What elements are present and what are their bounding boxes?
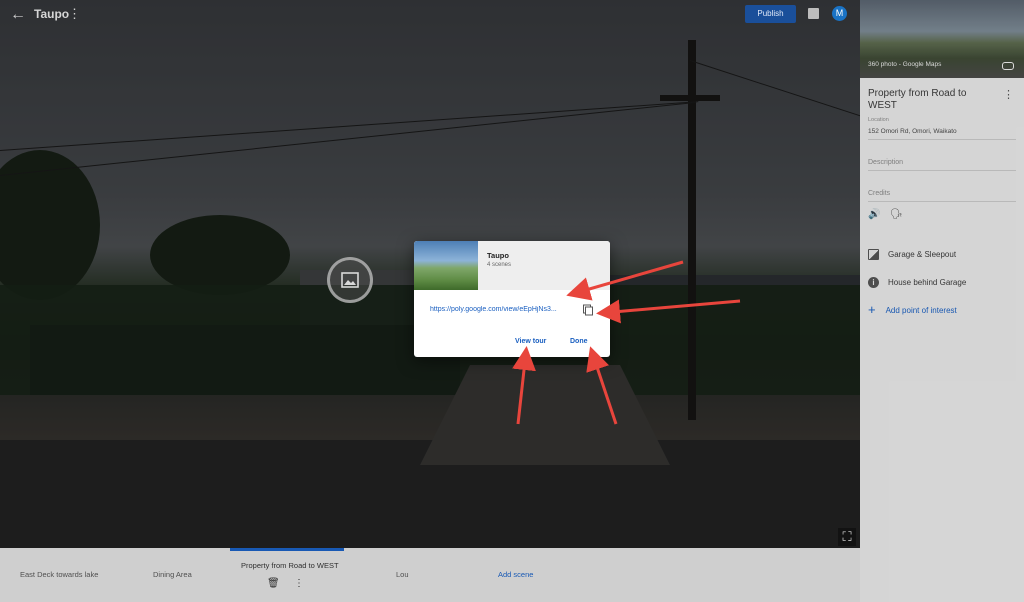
location-field[interactable]: 152 Omori Rd, Omori, Waikato [868,128,957,135]
scene-details-panel: 360 photo - Google Maps Property from Ro… [860,0,1024,602]
narration-icon[interactable]: 🗣 [890,210,903,220]
divider [868,139,1016,140]
image-icon [341,272,359,288]
top-bar: ← Taupo ⋮ Publish M [0,0,860,30]
copy-icon[interactable] [582,304,594,316]
done-button[interactable]: Done [570,338,588,345]
credits-field[interactable]: Credits [868,190,890,197]
image-icon [868,249,879,260]
strip-dim-overlay [0,548,860,602]
tour-thumbnail [414,241,478,290]
poi-item[interactable]: Garage & Sleepout [868,249,956,260]
audio-icon[interactable]: 🔊 [868,210,880,220]
scene-menu-icon[interactable]: ⋮ [1003,88,1014,101]
divider [868,201,1016,202]
poi-item[interactable]: i House behind Garage [868,277,966,288]
thumbnail-caption: 360 photo - Google Maps [868,61,942,68]
add-poi-label: Add point of interest [885,305,957,315]
cardboard-icon[interactable] [1002,62,1014,70]
info-icon: i [868,277,879,288]
share-link[interactable]: https://poly.google.com/view/eEpHjNs3... [430,306,570,313]
tour-title: Taupo [34,7,70,21]
fullscreen-icon[interactable]: ⛶ [838,528,856,546]
description-field[interactable]: Description [868,159,903,166]
scene-strip: East Deck towards lake Dining Area Prope… [0,548,860,602]
avatar[interactable]: M [832,6,847,21]
dialog-scene-count: 4 scenes [487,262,512,268]
scene-name[interactable]: Property from Road to WEST [868,88,988,112]
poi-label: Garage & Sleepout [888,250,957,259]
publish-button[interactable]: Publish [745,5,796,23]
photo-marker-icon[interactable] [327,257,373,303]
share-dialog: Taupo 4 scenes https://poly.google.com/v… [414,241,610,357]
view-tour-button[interactable]: View tour [515,338,546,345]
back-arrow-icon[interactable]: ← [10,7,26,23]
dialog-title: Taupo [487,251,509,260]
feedback-icon[interactable] [808,8,819,19]
tour-menu-icon[interactable]: ⋮ [68,7,81,21]
add-poi-button[interactable]: + Add point of interest [868,302,957,317]
divider [868,170,1016,171]
poi-label: House behind Garage [888,278,967,287]
location-label: Location [868,117,889,123]
plus-icon: + [868,302,876,317]
